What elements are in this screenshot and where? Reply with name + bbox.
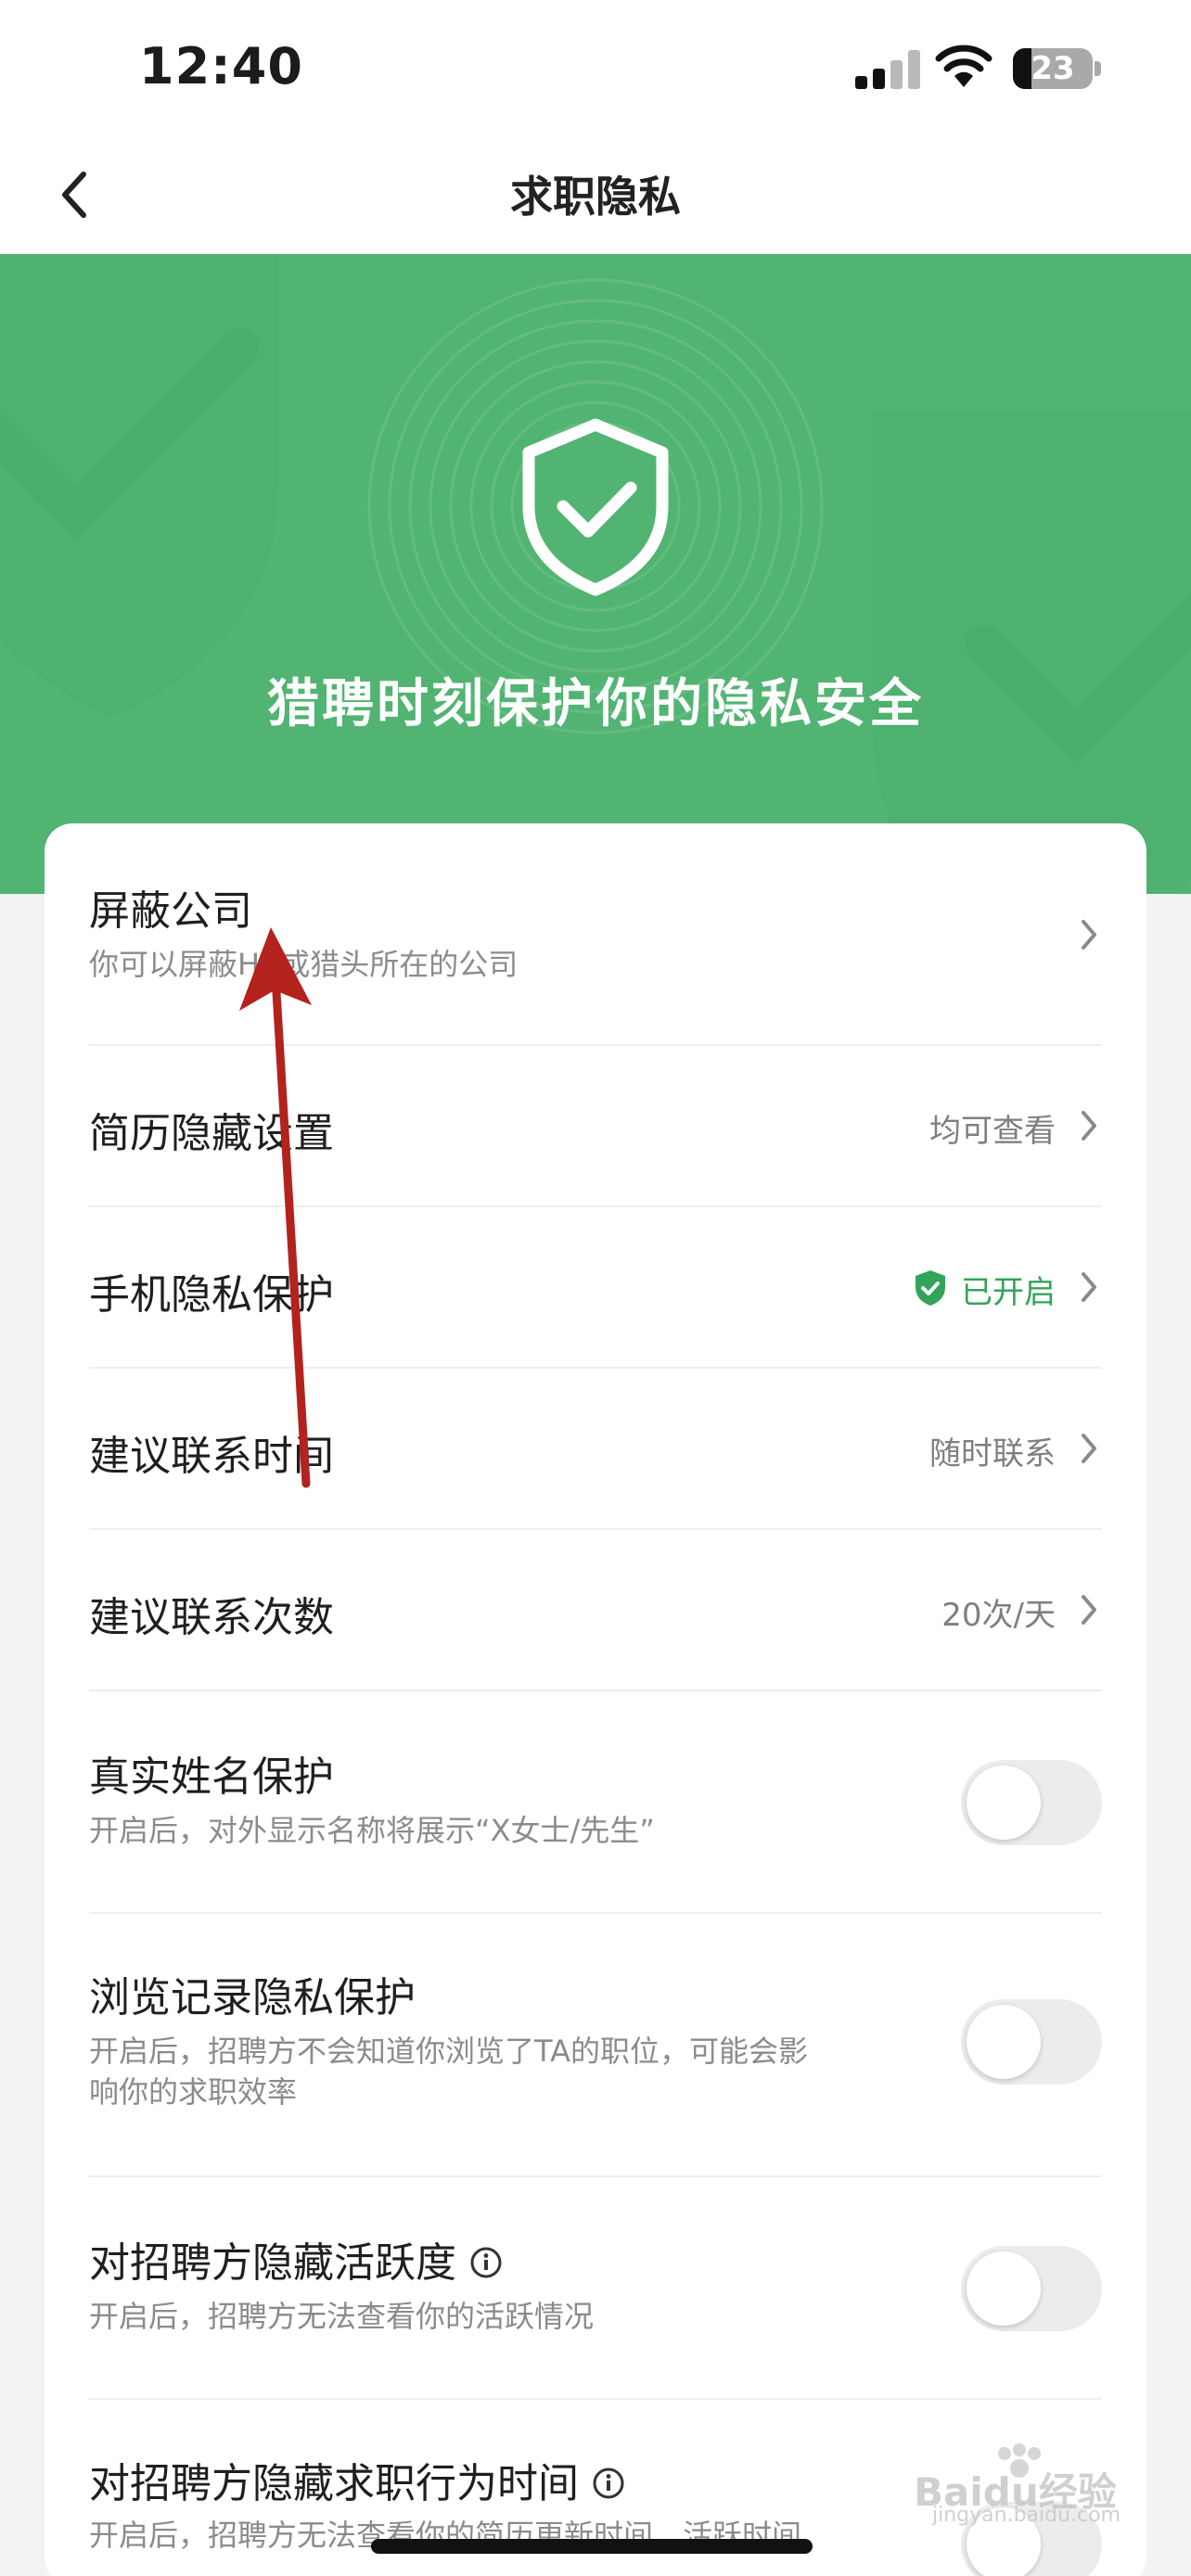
chevron-right-icon bbox=[1082, 920, 1096, 950]
hero-title: 猎聘时刻保护你的隐私安全 bbox=[267, 674, 924, 734]
info-icon[interactable] bbox=[469, 2246, 503, 2279]
hide-activity-row: 对招聘方隐藏活跃度 开启后，招聘方无法查看你的活跃情况 bbox=[89, 2177, 1102, 2400]
resume-hide-value: 均可查看 bbox=[929, 1113, 1056, 1150]
hide-activity-title-text: 对招聘方隐藏活跃度 bbox=[89, 2239, 456, 2287]
chevron-right-icon bbox=[1082, 1434, 1096, 1463]
browse-history-toggle[interactable] bbox=[961, 1999, 1102, 2085]
hide-behavior-time-title: 对招聘方隐藏求职行为时间 bbox=[89, 2450, 625, 2509]
phone-privacy-title: 手机隐私保护 bbox=[89, 1271, 334, 1319]
baidu-watermark: Baidu经验 jingyan.baidu.com bbox=[904, 2441, 1164, 2527]
hide-activity-subtitle: 开启后，招聘方无法查看你的活跃情况 bbox=[89, 2299, 595, 2334]
privacy-settings-card: 屏蔽公司 你可以屏蔽HR或猎头所在的公司 简历隐藏设置 均可查看 手机隐私保护 … bbox=[45, 823, 1146, 2576]
resume-hide-title: 简历隐藏设置 bbox=[89, 1110, 334, 1157]
block-company-title: 屏蔽公司 bbox=[89, 887, 252, 935]
contact-time-row[interactable]: 建议联系时间 随时联系 bbox=[89, 1369, 1102, 1530]
status-bar: 12:40 23 bbox=[0, 0, 1191, 139]
contact-time-title: 建议联系时间 bbox=[89, 1433, 334, 1480]
hide-behavior-time-title-text: 对招聘方隐藏求职行为时间 bbox=[89, 2460, 579, 2507]
chevron-right-icon bbox=[1082, 1111, 1096, 1141]
info-icon[interactable] bbox=[592, 2467, 625, 2500]
shield-check-icon bbox=[522, 418, 669, 596]
resume-hide-row[interactable]: 简历隐藏设置 均可查看 bbox=[89, 1046, 1102, 1207]
contact-time-value: 随时联系 bbox=[929, 1435, 1056, 1473]
browse-history-title: 浏览记录隐私保护 bbox=[89, 1974, 416, 2021]
cellular-signal-icon bbox=[855, 50, 920, 89]
chevron-right-icon bbox=[1082, 1595, 1096, 1625]
contact-count-value: 20次/天 bbox=[941, 1597, 1056, 1634]
home-indicator[interactable] bbox=[371, 2539, 813, 2554]
real-name-title: 真实姓名保护 bbox=[89, 1753, 334, 1801]
hero-banner: 猎聘时刻保护你的隐私安全 bbox=[0, 254, 1191, 894]
page-title: 求职隐私 bbox=[510, 172, 681, 222]
hide-activity-title: 对招聘方隐藏活跃度 bbox=[89, 2229, 503, 2289]
browse-history-subtitle-line2: 响你的求职效率 bbox=[89, 2074, 298, 2110]
browse-history-subtitle-line1: 开启后，招聘方不会知道你浏览了TA的职位，可能会影 bbox=[89, 2034, 808, 2069]
real-name-subtitle: 开启后，对外显示名称将展示“X女士/先生” bbox=[89, 1813, 655, 1848]
battery-level: 23 bbox=[1031, 50, 1075, 87]
block-company-row[interactable]: 屏蔽公司 你可以屏蔽HR或猎头所在的公司 bbox=[89, 823, 1102, 1046]
hide-activity-toggle[interactable] bbox=[961, 2246, 1102, 2331]
real-name-row: 真实姓名保护 开启后，对外显示名称将展示“X女士/先生” bbox=[89, 1691, 1102, 1914]
phone-privacy-status: 已开启 bbox=[961, 1274, 1056, 1311]
wifi-icon bbox=[935, 45, 992, 87]
block-company-subtitle: 你可以屏蔽HR或猎头所在的公司 bbox=[89, 947, 519, 982]
browse-history-row: 浏览记录隐私保护 开启后，招聘方不会知道你浏览了TA的职位，可能会影 响你的求职… bbox=[89, 1914, 1102, 2177]
chevron-right-icon bbox=[1082, 1272, 1096, 1302]
contact-count-row[interactable]: 建议联系次数 20次/天 bbox=[89, 1530, 1102, 1691]
phone-privacy-row[interactable]: 手机隐私保护 已开启 bbox=[89, 1207, 1102, 1369]
shield-check-small-icon bbox=[916, 1270, 945, 1306]
contact-count-title: 建议联系次数 bbox=[89, 1594, 334, 1641]
baidu-watermark-url: jingyan.baidu.com bbox=[932, 2504, 1121, 2527]
real-name-toggle[interactable] bbox=[961, 1760, 1102, 1845]
status-time: 12:40 bbox=[139, 37, 303, 96]
navigation-bar: 求职隐私 bbox=[0, 139, 1191, 254]
battery-icon: 23 bbox=[1013, 48, 1102, 89]
